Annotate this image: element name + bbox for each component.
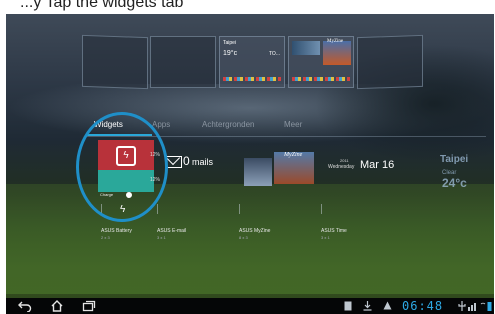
widget-size-battery: 2 x 3: [101, 235, 110, 240]
mini-weather-temp: 19°c: [223, 50, 238, 57]
weather-temp: 24°c: [442, 176, 467, 190]
home-screen-thumbnail[interactable]: Taipei 19°c TO...: [219, 36, 285, 88]
widget-label-email: ASUS E-mail: [157, 228, 187, 234]
mini-weather-temp2: TO...: [268, 51, 280, 57]
mail-icon: [166, 156, 182, 168]
battery-icon: [487, 301, 492, 313]
widget-size-email: 3 x 1: [157, 235, 166, 240]
widget-label-myzine: ASUS MyZine: [239, 228, 271, 234]
home-screen-thumbnail[interactable]: [150, 36, 216, 88]
email-widget-preview[interactable]: 0 mails: [166, 154, 226, 178]
widget-label-time: ASUS Time: [321, 228, 347, 234]
mini-app-icons: [292, 77, 350, 81]
widget-size-myzine: 8 x 3: [239, 235, 248, 240]
myzine-title: MyZine: [284, 152, 303, 158]
home-screen-thumbnail[interactable]: [357, 34, 423, 90]
time-widget-date: Mar 16: [360, 159, 395, 171]
usb-icon: [458, 301, 466, 313]
home-screen-thumbnail[interactable]: MyZine: [288, 36, 354, 88]
mini-app-icons: [223, 77, 281, 81]
myzine-widget-preview[interactable]: MyZine: [244, 152, 316, 188]
caption-strip: ...y Tap the widgets tab: [0, 0, 495, 14]
tablet-screen: Taipei 19°c TO... MyZine Widgets Apps Ac…: [6, 14, 494, 314]
tab-more[interactable]: Meer: [284, 120, 302, 129]
mini-myzine-title: MyZine: [327, 39, 344, 44]
mini-image: [292, 41, 320, 55]
notification-download-icon[interactable]: [363, 301, 372, 313]
tab-wallpapers[interactable]: Achtergronden: [202, 120, 254, 129]
home-screen-thumbnail[interactable]: [82, 34, 148, 90]
mini-myzine-image: [323, 41, 351, 65]
widget-label-battery: ASUS Battery: [101, 228, 132, 234]
widget-size-time: 3 x 1: [321, 235, 330, 240]
recent-apps-icon[interactable]: [82, 300, 96, 314]
clock[interactable]: 06:48: [402, 299, 443, 313]
mini-weather-city: Taipei: [223, 40, 237, 46]
wifi-icon: [480, 301, 486, 313]
mail-count: 0: [183, 154, 190, 168]
wallpaper-field: [6, 184, 494, 294]
mail-unit: mails: [192, 157, 214, 167]
notification-warning-icon[interactable]: [383, 301, 392, 312]
screenshot-frame: ...y Tap the widgets tab Taipei 19°c TO.…: [0, 0, 495, 314]
weather-widget-preview[interactable]: Taipei Clear 24°c: [440, 152, 494, 202]
myzine-photo: [244, 158, 272, 186]
label-tick: [239, 204, 240, 214]
caption-text: ...y Tap the widgets tab: [20, 0, 184, 11]
highlight-circle: [76, 112, 168, 222]
customize-tab-bar: Widgets Apps Achtergronden Meer: [6, 116, 494, 138]
notification-doc-icon[interactable]: [344, 301, 352, 313]
signal-icon: [468, 301, 478, 313]
time-widget-year: 2011: [340, 158, 349, 163]
system-bar: 06:48: [6, 298, 494, 314]
back-icon[interactable]: [18, 300, 32, 314]
label-tick: [157, 204, 158, 214]
label-tick: [321, 204, 322, 214]
home-icon[interactable]: [50, 300, 64, 314]
weather-city: Taipei: [440, 154, 469, 165]
home-screen-thumbnails: Taipei 19°c TO... MyZine: [6, 14, 494, 94]
time-widget-preview[interactable]: 2011 Wednesday Mar 16: [326, 158, 406, 180]
time-widget-weekday: Wednesday: [328, 164, 355, 170]
